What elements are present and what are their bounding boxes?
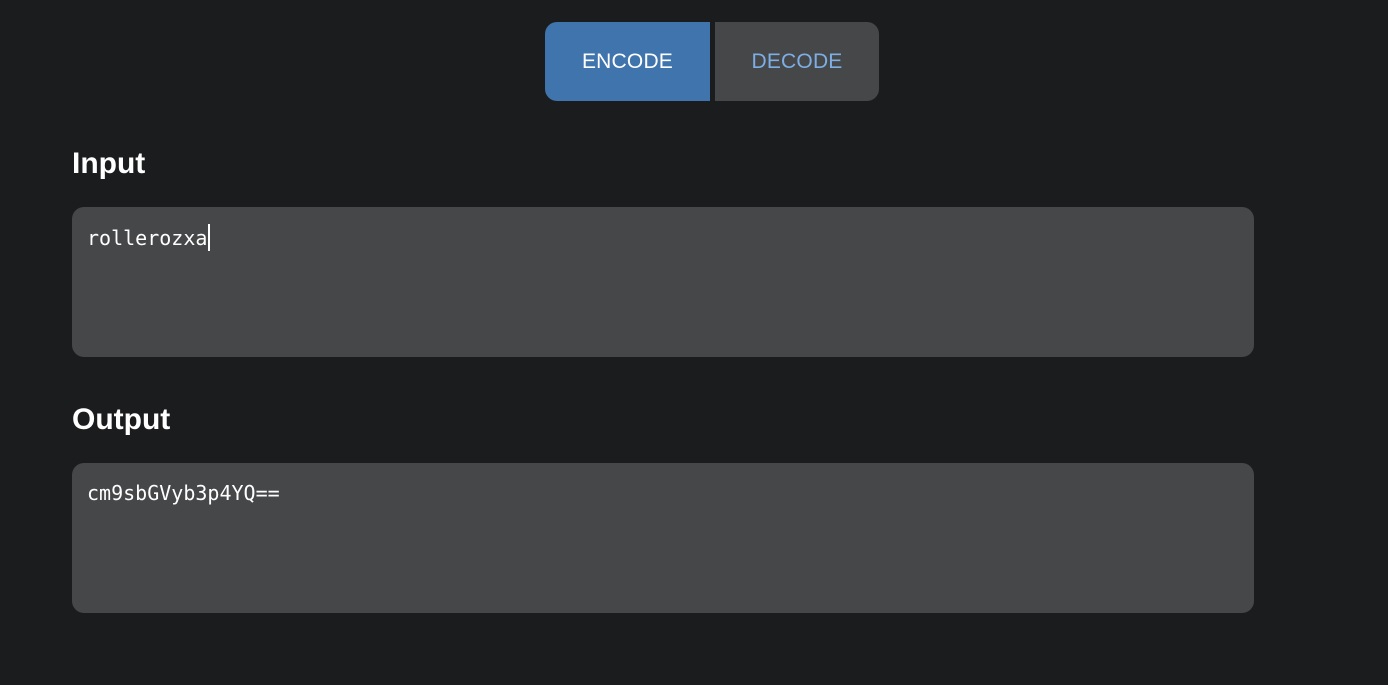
input-field[interactable]: rollerozxa	[72, 207, 1254, 357]
encode-button[interactable]: ENCODE	[545, 22, 710, 101]
output-value: cm9sbGVyb3p4YQ==	[87, 481, 280, 505]
input-value: rollerozxa	[87, 226, 208, 250]
output-field[interactable]: cm9sbGVyb3p4YQ==	[72, 463, 1254, 613]
base64-encoder-page: ENCODE DECODE Input rollerozxa Output cm…	[0, 0, 1388, 685]
text-caret	[208, 224, 211, 251]
mode-toggle: ENCODE DECODE	[545, 22, 879, 101]
input-label: Input	[72, 147, 146, 180]
output-label: Output	[72, 403, 171, 436]
decode-button[interactable]: DECODE	[715, 22, 879, 101]
